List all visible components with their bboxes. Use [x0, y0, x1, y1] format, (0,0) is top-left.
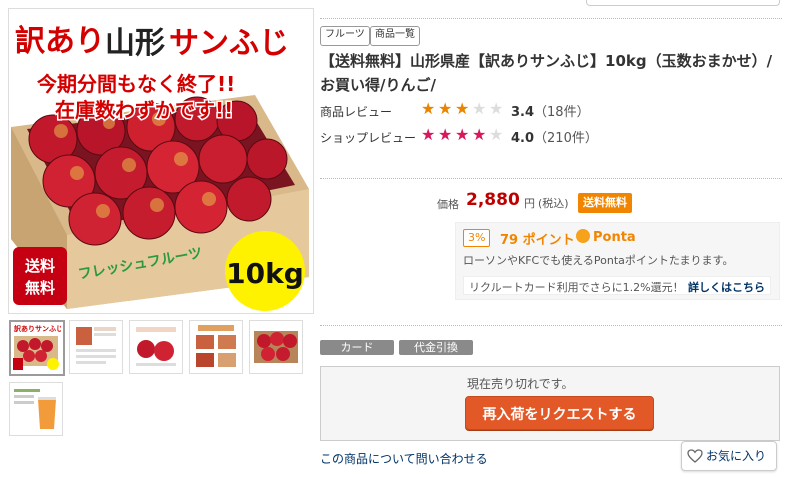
price-unit: 円	[524, 197, 535, 210]
product-review-stars[interactable]: ★ ★ ★ ★ ★	[421, 101, 506, 117]
notice-line-1: 今期分間もなく終了!!	[37, 72, 235, 96]
shop-review-count: （210件）	[534, 131, 598, 146]
middle-divider	[320, 178, 782, 179]
svg-text:送料: 送料	[24, 257, 55, 275]
banner-text-sunfuji: サンふじ	[169, 26, 289, 61]
favorite-label: お気に入り	[706, 449, 767, 463]
tag-product-list[interactable]: 商品一覧	[370, 26, 420, 46]
restock-request-button[interactable]: 再入荷をリクエストする	[465, 396, 654, 430]
product-inquiry-link[interactable]: この商品について問い合わせる	[320, 450, 488, 467]
main-product-image[interactable]: 訳あり 山形 サンふじ 今期分間もなく終了!! 在庫数わずかです!! フレッシュ…	[8, 8, 314, 314]
heart-icon	[687, 449, 703, 463]
star-filled-icon: ★	[438, 125, 453, 144]
ponta-brand: Ponta	[576, 229, 636, 245]
banner-text-yamagata: 山形	[105, 26, 165, 61]
product-review-count: （18件）	[534, 105, 590, 120]
top-widget-edge	[586, 0, 780, 6]
top-divider	[320, 18, 782, 19]
thumb-4[interactable]	[189, 320, 243, 374]
svg-text:サンふじ: サンふじ	[35, 325, 61, 333]
banner-text-wakeari: 訳あり	[15, 24, 105, 59]
shop-review-score[interactable]: 4.0（210件）	[511, 127, 598, 146]
star-filled-icon: ★	[438, 99, 453, 118]
star-filled-icon: ★	[421, 99, 436, 118]
svg-text:無料: 無料	[25, 279, 55, 297]
shop-review-stars[interactable]: ★ ★ ★ ★ ★	[421, 127, 506, 143]
sold-out-status: 現在売り切れです。	[467, 377, 574, 391]
thumb-6[interactable]	[9, 382, 63, 436]
payment-cod-badge: 代金引換	[399, 340, 473, 355]
star-empty-icon: ★	[489, 125, 504, 144]
star-filled-icon: ★	[421, 125, 436, 144]
thumb-3[interactable]	[129, 320, 183, 374]
thumb-main[interactable]: 訳あり サンふじ	[9, 320, 65, 376]
point-note: ローソンやKFCでも使えるPontaポイントたまります。	[463, 254, 734, 267]
thumb-2[interactable]	[69, 320, 123, 374]
payment-card-badge: カード	[320, 340, 394, 355]
price-label: 価格	[437, 198, 459, 211]
price-value: 2,880	[466, 190, 520, 210]
star-filled-icon: ★	[455, 125, 470, 144]
star-filled-icon: ★	[472, 125, 487, 144]
product-review-score[interactable]: 3.4（18件）	[511, 101, 590, 120]
card-bonus-note: リクルートカード利用でさらに1.2%還元！	[469, 281, 684, 294]
star-empty-icon: ★	[489, 99, 504, 118]
svg-text:訳あり: 訳あり	[14, 324, 35, 333]
point-amount: 79 ポイント	[500, 233, 575, 248]
star-empty-icon: ★	[472, 99, 487, 118]
ponta-icon	[576, 229, 590, 243]
star-filled-icon: ★	[455, 99, 470, 118]
lower-divider	[320, 325, 782, 326]
weight-badge: 10kg	[226, 257, 304, 290]
notice-line-2: 在庫数わずかです!!	[55, 98, 233, 122]
shop-review-label: ショップレビュー	[320, 131, 417, 145]
thumb-5[interactable]	[249, 320, 303, 374]
product-review-label: 商品レビュー	[320, 105, 393, 119]
card-details-link[interactable]: 詳しくはこちら	[688, 279, 765, 295]
product-title: 【送料無料】山形県産【訳ありサンふじ】10kg（玉数おまかせ）/お買い得/りんご…	[320, 52, 773, 94]
free-shipping-badge: 送料無料	[578, 193, 632, 213]
tax-note: (税込)	[538, 197, 569, 210]
tag-fruits[interactable]: フルーツ	[320, 26, 370, 46]
point-rate-badge: 3%	[463, 229, 491, 247]
